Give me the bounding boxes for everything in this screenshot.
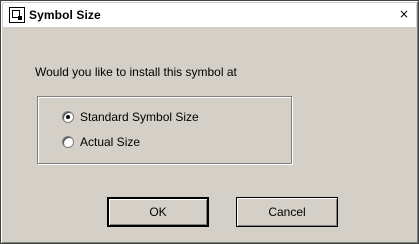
option-label: Standard Symbol Size — [80, 110, 199, 124]
window-title: Symbol Size — [29, 8, 101, 22]
symbol-size-dialog: Symbol Size × Would you like to install … — [0, 0, 419, 244]
radio-unselected-icon[interactable] — [62, 136, 74, 148]
size-option-group: Standard Symbol Size Actual Size — [37, 96, 292, 164]
close-button[interactable]: × — [396, 6, 412, 22]
title-bar[interactable]: Symbol Size × — [3, 3, 416, 27]
ok-button[interactable]: OK — [107, 197, 209, 227]
radio-selected-icon[interactable] — [62, 111, 74, 123]
option-label: Actual Size — [80, 135, 141, 149]
option-actual-size[interactable]: Actual Size — [62, 135, 140, 149]
option-standard-symbol-size[interactable]: Standard Symbol Size — [62, 110, 199, 124]
cancel-button[interactable]: Cancel — [236, 197, 338, 227]
app-icon — [9, 7, 25, 23]
prompt-text: Would you like to install this symbol at — [35, 65, 237, 79]
